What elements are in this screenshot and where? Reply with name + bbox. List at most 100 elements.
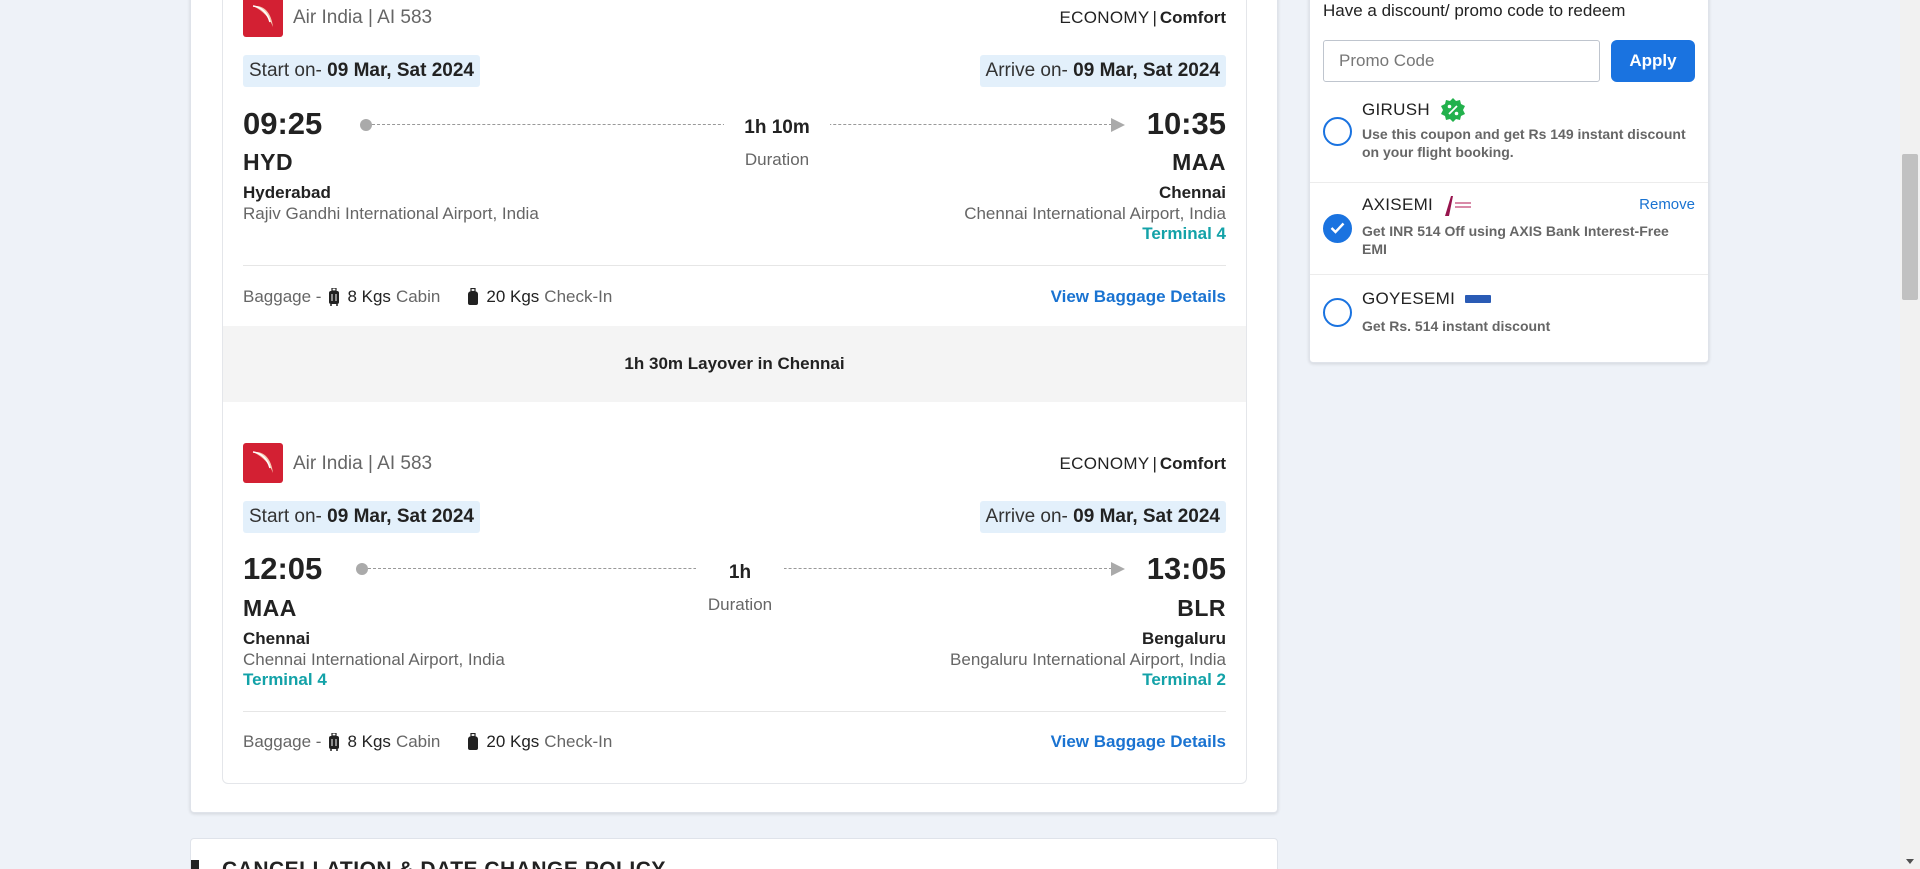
arrive-date-label: Arrive on- [985,60,1074,81]
divider [243,265,1226,266]
departure-time: 09:25 [243,106,323,141]
checkin-weight: 20 Kgs [486,732,540,751]
cabin-class: ECONOMY | Comfort [1060,454,1226,474]
promo-code-card: Have a discount/ promo code to redeem Ap… [1309,0,1709,363]
promo-heading: Have a discount/ promo code to redeem [1323,1,1626,20]
section-accent-bar [191,860,199,869]
coupon-code: AXISEMI [1362,194,1473,216]
flight-duration: 1h 10m [724,117,830,139]
start-date-pill: Start on- 09 Mar, Sat 2024 [243,501,480,533]
arrival-code: BLR [1177,595,1226,621]
baggage-label: Baggage - [243,732,322,751]
scrollbar-thumb[interactable] [1902,154,1918,300]
arrival-terminal: Terminal 4 [1142,224,1226,243]
departure-airport: Rajiv Gandhi International Airport, Indi… [243,204,539,223]
cancellation-policy-card: CANCELLATION & DATE CHANGE POLICY [190,838,1278,869]
arrival-code: MAA [1172,149,1226,175]
start-date-label: Start on- [249,506,328,527]
cabin-weight: 8 Kgs [347,287,391,306]
checkin-weight: 20 Kgs [486,287,540,306]
start-date-label: Start on- [249,60,328,81]
departure-city: Hyderabad [243,183,331,202]
divider [243,711,1226,712]
arrive-date-label: Arrive on- [985,506,1074,527]
arrive-date-pill: Arrive on- 09 Mar, Sat 2024 [979,501,1226,533]
start-date-pill: Start on- 09 Mar, Sat 2024 [243,55,480,87]
arrow-right-icon [1111,118,1125,132]
coupon-code-label: GOYESEMI [1362,289,1456,308]
duration-label: Duration [744,150,810,169]
coupon-code-label: GIRUSH [1362,100,1430,119]
start-date-value: 09 Mar, Sat 2024 [327,506,474,527]
cabin-separator: | [1152,454,1157,473]
fare-type: Comfort [1159,8,1226,27]
arrival-city: Chennai [1158,183,1226,202]
apply-button[interactable]: Apply [1611,40,1695,82]
cabin-bag-icon [329,288,340,306]
scroll-down-arrow-icon[interactable] [1906,859,1914,864]
cabin-bag-icon [329,733,340,751]
view-baggage-details-link[interactable]: View Baggage Details [1051,287,1226,307]
arrow-right-icon [1111,562,1125,576]
view-baggage-details-link[interactable]: View Baggage Details [1051,732,1226,752]
cabin-class-label: ECONOMY [1059,8,1150,27]
coupon-radio[interactable] [1323,117,1352,146]
coupon-code-label: AXISEMI [1362,195,1434,214]
cabin-unit: Cabin [395,732,441,751]
departure-airport: Chennai International Airport, India [243,650,505,669]
cabin-unit: Cabin [395,287,441,306]
air-india-logo [243,0,283,37]
coupon-option-goyesemi[interactable]: GOYESEMI Get Rs. 514 instant discount [1310,274,1708,354]
arrive-date-pill: Arrive on- 09 Mar, Sat 2024 [979,55,1226,87]
checkin-unit: Check-In [544,732,613,751]
departure-time: 12:05 [243,551,323,586]
arrival-terminal: Terminal 2 [1142,670,1226,689]
coupon-radio-checked[interactable] [1323,214,1352,243]
fare-type: Comfort [1159,454,1226,473]
departure-city: Chennai [243,629,311,648]
flight-segment-1: Air India | AI 583 ECONOMY | Comfort Start… [223,0,1246,326]
discount-badge-icon [1440,98,1465,122]
departure-code: MAA [243,595,297,621]
remove-coupon-link[interactable]: Remove [1639,196,1695,213]
start-date-value: 09 Mar, Sat 2024 [327,60,474,81]
itinerary-box: Air India | AI 583 ECONOMY | Comfort Start… [222,0,1247,784]
baggage-info: Baggage - 8 Kgs Cabin 20 Kgs Check-In [243,732,612,752]
flight-details-card: Air India | AI 583 ECONOMY | Comfort Start… [190,0,1278,813]
coupon-code: GIRUSH [1362,97,1466,123]
checkmark-icon [1330,222,1345,234]
promo-code-input[interactable] [1323,40,1600,82]
layover-banner: 1h 30m Layover in Chennai [223,326,1246,402]
checkin-bag-icon [468,733,479,750]
yes-bank-logo [1465,295,1492,303]
arrival-airport: Chennai International Airport, India [964,204,1226,223]
coupon-description: Get INR 514 Off using AXIS Bank Interest… [1362,223,1669,257]
flight-duration: 1h [696,562,784,584]
airline-name: Air India | AI 583 [293,7,433,28]
origin-dot [356,563,368,575]
cabin-separator: | [1152,8,1157,27]
origin-dot [360,119,372,131]
page-scrollbar[interactable] [1900,0,1920,869]
coupon-radio[interactable] [1323,298,1352,327]
departure-code: HYD [243,149,294,175]
arrival-airport: Bengaluru International Airport, India [950,650,1226,669]
coupon-description: Get Rs. 514 instant discount [1362,318,1551,334]
coupon-option-girush[interactable]: GIRUSH Use this coupon and get Rs 149 in… [1310,97,1708,182]
axis-bank-logo [1445,196,1472,216]
baggage-label: Baggage - [243,287,322,306]
duration-label: Duration [707,595,773,614]
cabin-weight: 8 Kgs [347,732,391,751]
arrival-time: 10:35 [1146,106,1226,141]
coupon-description: Use this coupon and get Rs 149 instant d… [1362,126,1686,160]
cabin-class-label: ECONOMY [1059,454,1150,473]
air-india-logo [243,443,283,483]
arrival-time: 13:05 [1146,551,1226,586]
arrival-city: Bengaluru [1141,629,1226,648]
cabin-class: ECONOMY | Comfort [1060,8,1226,28]
coupon-option-axisemi[interactable]: AXISEMI Remove Get INR 514 Off using AXI… [1310,182,1708,274]
checkin-unit: Check-In [544,287,613,306]
departure-terminal: Terminal 4 [243,670,327,689]
flight-segment-2: Air India | AI 583 ECONOMY | Comfort Start… [223,423,1246,773]
cancellation-policy-title: CANCELLATION & DATE CHANGE POLICY [222,858,666,869]
